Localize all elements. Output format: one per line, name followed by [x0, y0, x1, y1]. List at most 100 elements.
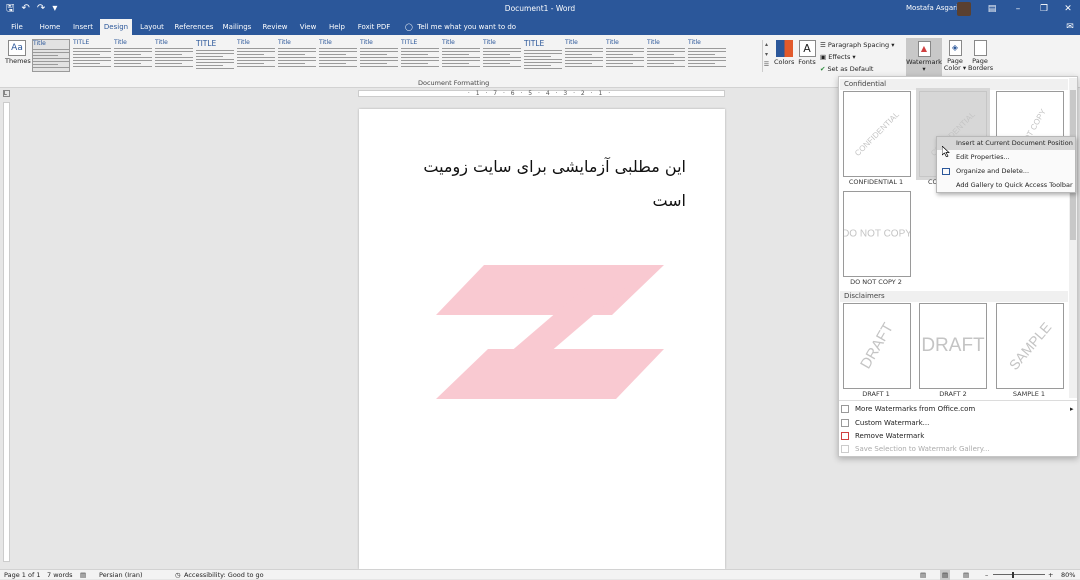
tab-mailings[interactable]: Mailings — [222, 19, 252, 35]
style-set-thumb[interactable]: Title — [606, 39, 644, 72]
colors-button[interactable]: Colors — [774, 40, 794, 66]
tab-design[interactable]: Design — [100, 19, 132, 35]
style-set-thumb[interactable]: TITLE — [196, 39, 234, 72]
style-set-thumb[interactable]: Title — [688, 39, 726, 72]
style-set-line — [278, 48, 316, 49]
style-set-line — [237, 60, 275, 61]
avatar[interactable] — [957, 2, 971, 16]
tab-foxit-pdf[interactable]: Foxit PDF — [356, 19, 392, 35]
style-set-thumb[interactable]: Title — [155, 39, 193, 72]
vertical-ruler[interactable] — [3, 102, 10, 562]
watermark-button[interactable]: ▲ Watermark ▾ — [906, 38, 942, 76]
style-set-title: Title — [565, 39, 578, 46]
page-borders-button[interactable]: Page Borders — [968, 40, 993, 72]
style-set-line — [647, 57, 685, 58]
style-set-thumb[interactable]: Title — [237, 39, 275, 72]
style-set-line — [442, 57, 480, 58]
watermark-thumbnail[interactable]: DRAFT — [843, 303, 911, 389]
tab-home[interactable]: Home — [36, 19, 64, 35]
zoom-slider-thumb[interactable] — [1012, 572, 1014, 578]
style-set-thumb[interactable]: TITLE — [73, 39, 111, 72]
watermark-thumbnail[interactable]: DO NOT COPY — [843, 191, 911, 277]
add-gallery-to-qat-item[interactable]: Add Gallery to Quick Access Toolbar — [937, 179, 1075, 192]
style-set-line — [565, 57, 603, 58]
tab-layout[interactable]: Layout — [138, 19, 166, 35]
style-set-line — [33, 58, 69, 59]
style-set-thumb[interactable]: Title — [442, 39, 480, 72]
watermark-thumbnail[interactable]: DRAFT — [919, 303, 987, 389]
tab-view[interactable]: View — [297, 19, 319, 35]
style-set-thumb[interactable]: Title — [319, 39, 357, 72]
remove-watermark-item[interactable]: Remove Watermark — [841, 431, 924, 442]
style-set-thumb[interactable]: Title — [360, 39, 398, 72]
watermark-thumbnail[interactable]: CONFIDENTIAL — [843, 91, 911, 177]
style-set-thumb[interactable]: Title — [565, 39, 603, 72]
tell-me-search[interactable]: ◯ Tell me what you want to do — [405, 19, 516, 35]
edit-properties-item[interactable]: Edit Properties... — [937, 151, 1075, 164]
style-set-thumb[interactable]: Title — [32, 39, 70, 72]
style-set-thumb[interactable]: TITLE — [524, 39, 562, 72]
gallery-panel-scrollbar[interactable] — [1069, 78, 1077, 398]
style-set-thumb[interactable]: Title — [114, 39, 152, 72]
style-set-thumb[interactable]: Title — [647, 39, 685, 72]
style-set-line — [688, 57, 726, 58]
style-set-line — [606, 51, 644, 52]
style-set-line — [401, 63, 428, 64]
check-icon: ✔ — [820, 65, 826, 73]
style-set-line — [278, 57, 316, 58]
style-set-line — [524, 62, 562, 63]
colors-label: Colors — [774, 58, 795, 66]
fonts-icon: A — [798, 40, 816, 57]
watermark-thumbnail-text: SAMPLE — [1005, 319, 1055, 373]
style-set-title: Title — [319, 39, 332, 46]
ribbon-display-icon[interactable]: ▤ — [984, 2, 1000, 16]
style-set-thumb[interactable]: TITLE — [401, 39, 439, 72]
organize-and-delete-item[interactable]: Organize and Delete... — [937, 165, 1075, 178]
zoom-slider[interactable] — [993, 574, 1045, 575]
style-set-line — [483, 63, 510, 64]
custom-watermark-item[interactable]: Custom Watermark... — [841, 418, 929, 429]
paragraph-spacing-button[interactable]: ☰ Paragraph Spacing ▾ — [820, 41, 894, 49]
gallery-scrollbar[interactable]: ▴ ▾ ☰ — [762, 40, 770, 72]
style-set-line — [237, 54, 264, 55]
watermark-thumbnail[interactable]: SAMPLE — [996, 303, 1064, 389]
style-set-thumb[interactable]: Title — [483, 39, 521, 72]
themes-button[interactable]: Aa Themes — [5, 40, 31, 65]
more-watermarks-item[interactable]: More Watermarks from Office.com ▸ — [841, 404, 1074, 415]
watermark-thumbnail-text: DRAFT — [921, 335, 985, 356]
tab-references[interactable]: References — [174, 19, 214, 35]
style-set-title: Title — [33, 40, 46, 47]
style-set-line — [442, 48, 480, 49]
share-icon[interactable]: ✉ — [1062, 20, 1078, 34]
style-set-line — [442, 54, 469, 55]
tab-selector[interactable]: L — [3, 90, 10, 97]
save-selection-icon — [841, 445, 849, 453]
set-as-default-button[interactable]: ✔ Set as Default — [820, 65, 873, 73]
style-set-line — [647, 60, 685, 61]
effects-button[interactable]: ▣ Effects ▾ — [820, 53, 856, 61]
document-body-text[interactable]: این مطلبی آزمایشی برای سایت زومیت است — [390, 150, 686, 218]
style-set-line — [114, 66, 152, 67]
ribbon-tabs: File Home Insert Design Layout Reference… — [0, 19, 1080, 35]
restore-icon[interactable]: ❐ — [1036, 2, 1052, 16]
tab-insert[interactable]: Insert — [70, 19, 96, 35]
user-name[interactable]: Mostafa Asgari — [906, 4, 958, 12]
minimize-icon[interactable]: – — [1010, 2, 1026, 16]
style-set-line — [606, 63, 633, 64]
tab-file[interactable]: File — [6, 19, 28, 35]
style-set-thumb[interactable]: Title — [278, 39, 316, 72]
insert-at-current-position-item[interactable]: Insert at Current Document Position — [937, 137, 1075, 150]
effects-label: Effects ▾ — [828, 53, 856, 61]
more-watermarks-label: More Watermarks from Office.com — [855, 405, 976, 413]
page-color-button[interactable]: ◈ Page Color ▾ — [943, 40, 967, 72]
style-set-line — [360, 60, 398, 61]
document-line[interactable]: است — [390, 184, 686, 218]
document-line[interactable]: این مطلبی آزمایشی برای سایت زومیت — [390, 150, 686, 184]
close-icon[interactable]: ✕ — [1060, 2, 1076, 16]
page-borders-icon — [973, 40, 987, 56]
tab-help[interactable]: Help — [326, 19, 348, 35]
tab-review[interactable]: Review — [260, 19, 290, 35]
fonts-button[interactable]: A Fonts — [797, 40, 817, 66]
style-set-line — [278, 60, 316, 61]
style-set-line — [155, 66, 193, 67]
